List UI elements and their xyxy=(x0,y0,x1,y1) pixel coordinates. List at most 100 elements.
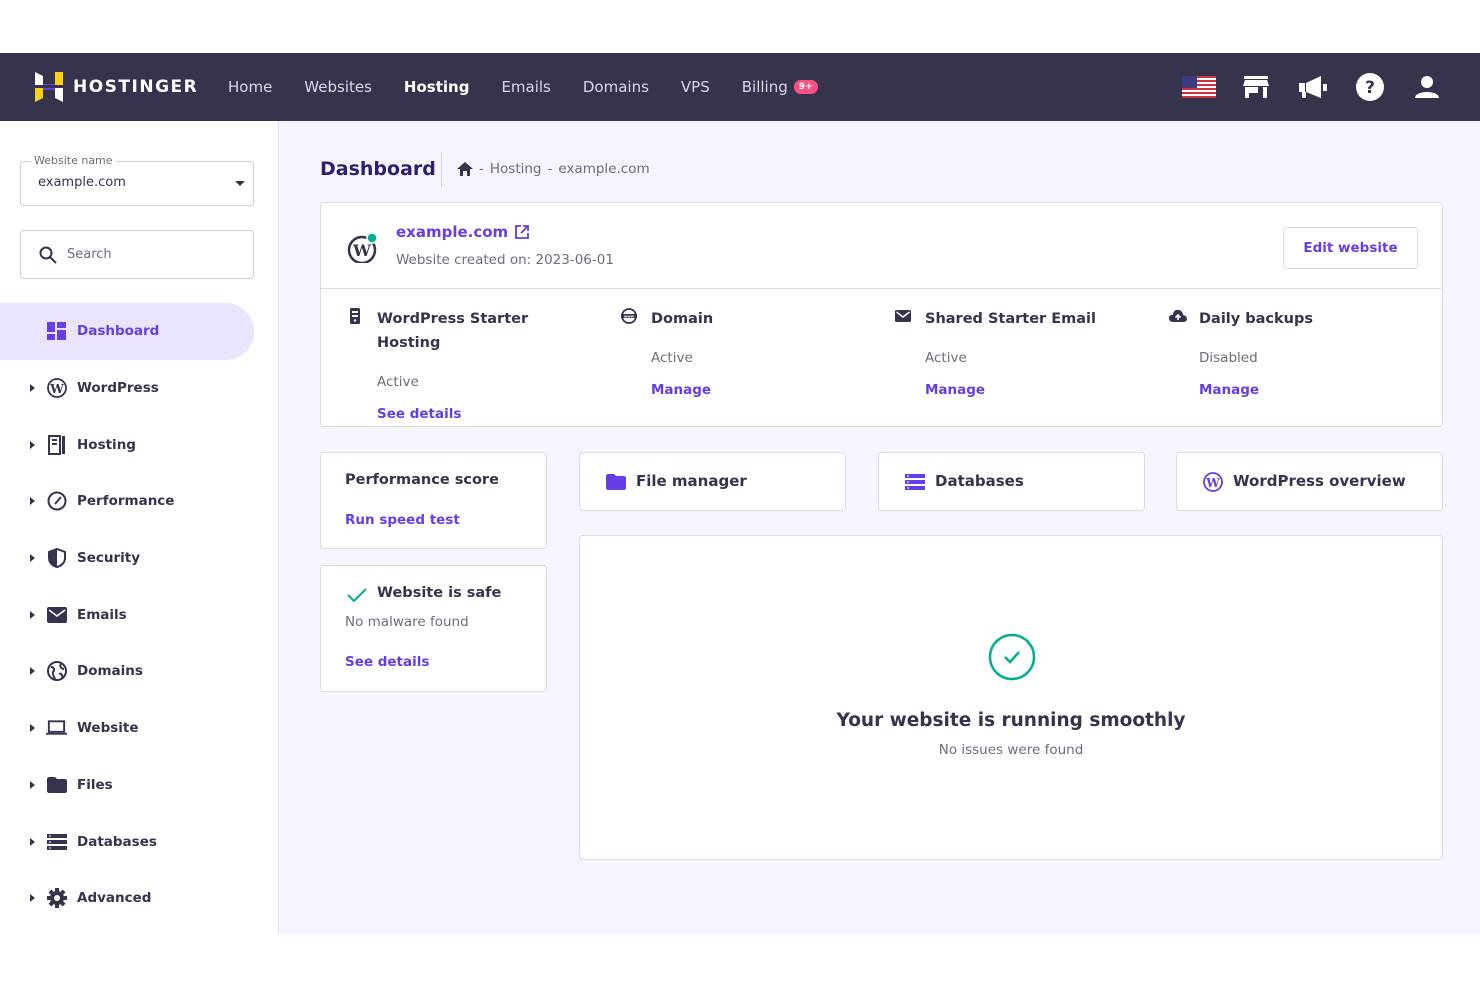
external-link-icon xyxy=(515,225,530,239)
sidebar-item-wordpress[interactable]: W WordPress xyxy=(0,360,279,417)
nav-domains[interactable]: Domains xyxy=(583,78,649,96)
website-card-header: W example.com Website created on: 2023-0… xyxy=(321,203,1442,289)
nav-icon-group: ? xyxy=(1159,71,1444,103)
backups-manage-link[interactable]: Manage xyxy=(1199,382,1259,398)
search-input[interactable] xyxy=(67,247,237,262)
www-globe-icon: www xyxy=(621,308,637,324)
nav-home[interactable]: Home xyxy=(228,78,272,96)
security-title: Website is safe xyxy=(377,585,502,601)
sidebar-item-files[interactable]: Files xyxy=(0,757,279,814)
caret-right-icon xyxy=(30,780,35,789)
email-manage-link[interactable]: Manage xyxy=(925,382,985,398)
caret-right-icon xyxy=(30,610,35,619)
primary-nav: Home Websites Hosting Emails Domains VPS… xyxy=(228,78,850,96)
store-icon[interactable] xyxy=(1239,71,1273,103)
hostinger-logo[interactable]: HOSTINGER xyxy=(35,72,213,102)
wordpress-overview-button[interactable]: W WordPress overview xyxy=(1176,452,1443,511)
service-status: Disabled xyxy=(1199,350,1258,366)
folder-icon xyxy=(46,774,67,795)
status-subtitle: No issues were found xyxy=(938,742,1084,758)
dashboard-icon xyxy=(46,321,67,342)
quick-link-label: File manager xyxy=(636,472,747,490)
wordpress-site-icon: W xyxy=(347,233,377,263)
sidebar-item-label: Databases xyxy=(77,833,157,850)
sidebar-search[interactable] xyxy=(20,230,254,279)
folder-icon xyxy=(606,474,626,490)
nav-billing[interactable]: Billing 9+ xyxy=(742,78,818,96)
sidebar-item-label: Website xyxy=(77,720,139,737)
quick-link-label: Databases xyxy=(935,472,1024,490)
databases-button[interactable]: Databases xyxy=(878,452,1145,511)
check-icon xyxy=(347,588,367,603)
sidebar-menu: Dashboard W WordPress Hosting Performanc… xyxy=(0,303,279,927)
cloud-upload-icon xyxy=(1169,309,1187,322)
nav-websites[interactable]: Websites xyxy=(304,78,372,96)
sidebar-item-label: Domains xyxy=(77,663,143,680)
breadcrumb: - Hosting - example.com xyxy=(457,161,650,177)
run-speed-test-link[interactable]: Run speed test xyxy=(345,512,460,528)
security-see-details-link[interactable]: See details xyxy=(345,654,429,670)
hostinger-logo-icon xyxy=(35,72,63,102)
website-select-value: example.com xyxy=(38,175,126,190)
sidebar-item-advanced[interactable]: Advanced xyxy=(0,870,279,927)
breadcrumb-hosting[interactable]: Hosting xyxy=(490,161,542,177)
sidebar-item-dashboard[interactable]: Dashboard xyxy=(0,303,254,360)
website-domain: example.com xyxy=(396,223,509,241)
user-icon[interactable] xyxy=(1410,71,1444,103)
sidebar-item-databases[interactable]: Databases xyxy=(0,813,279,870)
sidebar-item-label: Files xyxy=(77,776,113,793)
megaphone-icon[interactable] xyxy=(1296,71,1330,103)
nav-vps[interactable]: VPS xyxy=(681,78,710,96)
sidebar-item-website[interactable]: Website xyxy=(0,700,279,757)
website-status-card: Your website is running smoothly No issu… xyxy=(579,535,1443,860)
file-manager-button[interactable]: File manager xyxy=(579,452,846,511)
website-select-legend: Website name xyxy=(31,154,116,167)
envelope-icon xyxy=(46,604,67,625)
sidebar-item-label: Emails xyxy=(77,606,127,623)
caret-right-icon xyxy=(30,554,35,563)
database-icon xyxy=(46,831,67,852)
domain-manage-link[interactable]: Manage xyxy=(651,382,711,398)
service-status: Active xyxy=(925,350,967,366)
edit-website-button[interactable]: Edit website xyxy=(1283,227,1418,269)
wordpress-icon: W xyxy=(46,378,67,399)
us-flag-icon[interactable] xyxy=(1182,71,1216,103)
caret-right-icon xyxy=(30,384,35,393)
quick-link-label: WordPress overview xyxy=(1233,472,1406,490)
svg-text:W: W xyxy=(49,382,64,396)
nav-emails[interactable]: Emails xyxy=(501,78,550,96)
service-name: Daily backups xyxy=(1199,311,1313,327)
search-icon xyxy=(39,246,57,264)
speedometer-icon xyxy=(46,491,67,512)
status-title: Your website is running smoothly xyxy=(836,710,1186,731)
main-content: Dashboard - Hosting - example.com W exam… xyxy=(279,121,1480,934)
caret-right-icon xyxy=(30,497,35,506)
server-icon xyxy=(350,308,360,324)
help-icon[interactable]: ? xyxy=(1353,71,1387,103)
sidebar-item-hosting[interactable]: Hosting xyxy=(0,416,279,473)
title-divider xyxy=(441,153,442,187)
website-select[interactable]: Website name example.com xyxy=(20,154,254,206)
envelope-icon xyxy=(895,310,911,322)
security-card: Website is safe No malware found See det… xyxy=(320,565,547,692)
home-icon[interactable] xyxy=(457,162,473,176)
sidebar-item-label: WordPress xyxy=(77,380,159,397)
website-domain-link[interactable]: example.com xyxy=(396,223,530,241)
page-title: Dashboard xyxy=(320,158,436,180)
sidebar-item-label: Performance xyxy=(77,493,175,510)
nav-hosting[interactable]: Hosting xyxy=(404,78,470,96)
service-status: Active xyxy=(377,374,419,390)
shield-icon xyxy=(46,548,67,569)
service-status: Active xyxy=(651,350,693,366)
svg-text:?: ? xyxy=(1365,78,1375,98)
hosting-icon xyxy=(46,434,67,455)
sidebar-item-performance[interactable]: Performance xyxy=(0,473,279,530)
sidebar-item-security[interactable]: Security xyxy=(0,530,279,587)
website-created-date: Website created on: 2023-06-01 xyxy=(396,252,614,268)
check-circle-icon xyxy=(988,633,1036,681)
hosting-see-details-link[interactable]: See details xyxy=(377,406,461,422)
sidebar-item-label: Dashboard xyxy=(77,323,160,340)
sidebar: Website name example.com Dashboard W xyxy=(0,121,279,934)
sidebar-item-domains[interactable]: Domains xyxy=(0,643,279,700)
sidebar-item-emails[interactable]: Emails xyxy=(0,586,279,643)
